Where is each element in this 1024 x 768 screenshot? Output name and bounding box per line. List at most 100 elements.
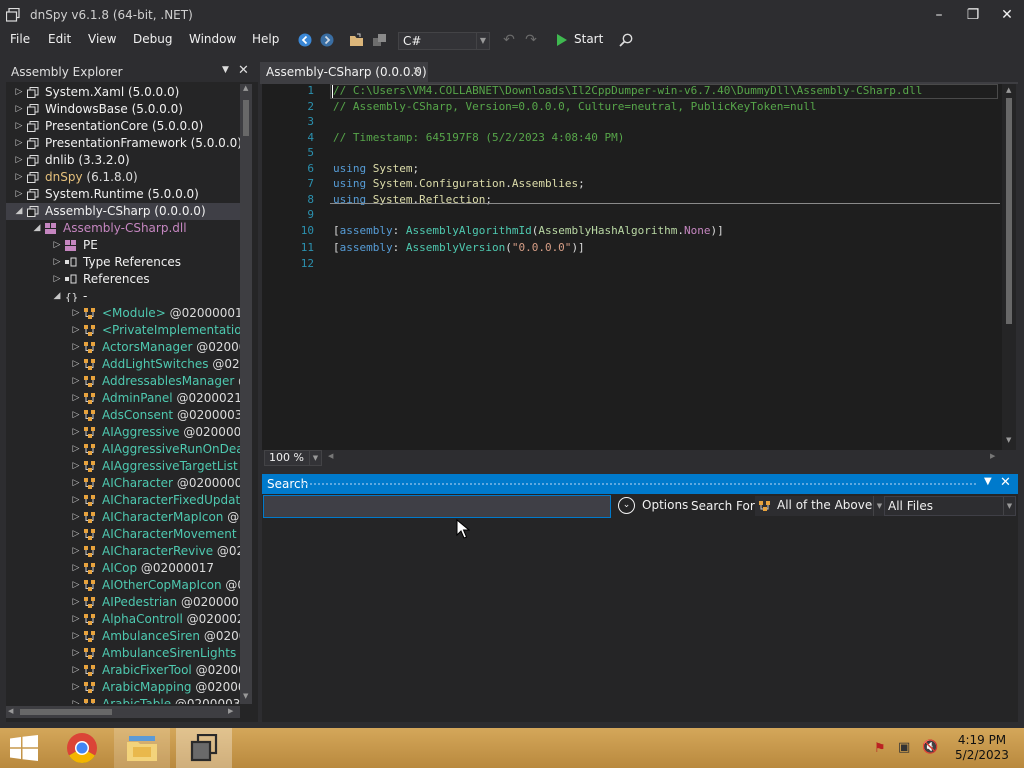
tree-node[interactable]: ▷ AmbulanceSirenLights @ [6, 645, 240, 662]
tree-node[interactable]: ▷ ArabicTable @0200003 [6, 696, 240, 704]
search-input[interactable] [263, 495, 611, 518]
expand-arrow-icon[interactable]: ▷ [71, 509, 81, 526]
zoom-select[interactable]: 100 % ▼ [264, 450, 322, 466]
expand-arrow-icon[interactable]: ▷ [71, 424, 81, 441]
expand-arrow-icon[interactable]: ▷ [71, 679, 81, 696]
expand-arrow-icon[interactable]: ▷ [14, 118, 24, 135]
expand-arrow-icon[interactable]: ▷ [71, 526, 81, 543]
close-button[interactable]: ✕ [990, 0, 1024, 30]
expand-arrow-icon[interactable]: ▷ [71, 305, 81, 322]
minimize-button[interactable]: – [922, 0, 956, 30]
tab-assembly-csharp[interactable]: Assembly-CSharp (0.0.0.0) ✕ [260, 62, 428, 82]
expand-arrow-icon[interactable]: ▷ [71, 594, 81, 611]
tree-node[interactable]: ▷ PE [6, 237, 240, 254]
tree-node[interactable]: ▷ dnlib (3.3.2.0) [6, 152, 240, 169]
expand-arrow-icon[interactable]: ▷ [71, 373, 81, 390]
menu-help[interactable]: Help [252, 30, 279, 52]
tree-node[interactable]: ▷ AddressablesManager @0 [6, 373, 240, 390]
tree-node[interactable]: ▷ AICharacterMovement @ [6, 526, 240, 543]
tree-node[interactable]: ▷ PresentationCore (5.0.0.0) [6, 118, 240, 135]
expand-arrow-icon[interactable]: ▷ [52, 237, 62, 254]
dnspy-taskbar-button[interactable] [176, 728, 232, 768]
expand-arrow-icon[interactable]: ▷ [71, 645, 81, 662]
scroll-up-icon[interactable]: ▲ [243, 84, 248, 92]
chrome-taskbar-button[interactable] [54, 728, 110, 768]
expand-arrow-icon[interactable]: ▷ [14, 169, 24, 186]
collapse-arrow-icon[interactable]: ◢ [14, 203, 24, 220]
close-panel-icon[interactable]: ✕ [1000, 475, 1011, 490]
file-explorer-taskbar-button[interactable] [114, 728, 170, 768]
tree-node[interactable]: ▷ AdminPanel @0200021D [6, 390, 240, 407]
tree-node[interactable]: ▷ AICharacterFixedUpdate @ [6, 492, 240, 509]
forward-icon[interactable] [320, 33, 334, 47]
scroll-thumb[interactable] [243, 100, 249, 136]
action-center-flag-icon[interactable]: ⚑ [874, 741, 886, 756]
expand-arrow-icon[interactable]: ▷ [71, 407, 81, 424]
dropdown-arrow-icon[interactable]: ▼ [984, 476, 992, 487]
tree-node[interactable]: ▷ <Module> @02000001 [6, 305, 240, 322]
expand-arrow-icon[interactable]: ▷ [71, 662, 81, 679]
tree-node[interactable]: ▷ ActorsManager @0200000 [6, 339, 240, 356]
expand-arrow-icon[interactable]: ▷ [14, 152, 24, 169]
expand-arrow-icon[interactable]: ▷ [14, 84, 24, 101]
scroll-left-icon[interactable]: ◀ [328, 452, 333, 460]
tree-node[interactable]: ◢ Assembly-CSharp (0.0.0.0) [6, 203, 240, 220]
expand-arrow-icon[interactable]: ▷ [71, 628, 81, 645]
tree-node[interactable]: ▷ ArabicMapping @0200003 [6, 679, 240, 696]
code-editor[interactable]: 1// C:\Users\VM4.COLLABNET\Downloads\Il2… [262, 84, 1002, 450]
expand-arrow-icon[interactable]: ▷ [71, 390, 81, 407]
close-panel-icon[interactable]: ✕ [238, 63, 249, 78]
tree-node[interactable]: ▷ <PrivateImplementationD [6, 322, 240, 339]
maximize-button[interactable]: ❐ [956, 0, 990, 30]
scroll-down-icon[interactable]: ▼ [1006, 436, 1011, 444]
tree-node[interactable]: ◢ Assembly-CSharp.dll [6, 220, 240, 237]
menu-window[interactable]: Window [189, 30, 236, 52]
tree-node[interactable]: ▷ System.Runtime (5.0.0.0) [6, 186, 240, 203]
menu-edit[interactable]: Edit [48, 30, 71, 52]
scroll-left-icon[interactable]: ◀ [8, 707, 13, 715]
windows-start-button[interactable] [0, 728, 56, 768]
expand-arrow-icon[interactable]: ▷ [71, 356, 81, 373]
tree-node[interactable]: ▷ References [6, 271, 240, 288]
search-icon[interactable] [619, 33, 633, 47]
expand-arrow-icon[interactable]: ▷ [14, 135, 24, 152]
tree-node[interactable]: ◢{} - [6, 288, 240, 305]
expand-arrow-icon[interactable]: ▷ [71, 458, 81, 475]
volume-muted-icon[interactable]: 🔇 [922, 740, 938, 755]
menu-view[interactable]: View [88, 30, 116, 52]
network-icon[interactable]: ▣ [898, 740, 910, 755]
start-button[interactable]: Start [555, 30, 605, 52]
expand-arrow-icon[interactable]: ▷ [71, 543, 81, 560]
redo-icon[interactable]: ↷ [522, 30, 540, 52]
expand-arrow-icon[interactable]: ▷ [14, 101, 24, 118]
expand-arrow-icon[interactable]: ▷ [71, 560, 81, 577]
search-scope-select[interactable]: All Files ▼ [884, 496, 1016, 516]
tree-node[interactable]: ▷ AddLightSwitches @0200 [6, 356, 240, 373]
collapse-arrow-icon[interactable]: ◢ [32, 220, 42, 237]
close-tab-icon[interactable]: ✕ [412, 64, 422, 78]
expand-arrow-icon[interactable]: ▷ [14, 186, 24, 203]
tree-node[interactable]: ▷ System.Xaml (5.0.0.0) [6, 84, 240, 101]
scroll-right-icon[interactable]: ▶ [228, 707, 233, 715]
tree-node[interactable]: ▷ AICharacter @0200000E [6, 475, 240, 492]
tree-node[interactable]: ▷ PresentationFramework (5.0.0.0) [6, 135, 240, 152]
expand-arrow-icon[interactable]: ▷ [52, 254, 62, 271]
editor-vertical-scrollbar[interactable]: ▲ ▼ [1002, 84, 1016, 450]
language-select[interactable]: C# ▼ [398, 32, 490, 50]
system-clock[interactable]: 4:19 PM 5/2/2023 [950, 733, 1014, 763]
drag-grip[interactable] [302, 483, 976, 487]
vertical-scrollbar[interactable]: ▲ ▼ [240, 84, 252, 704]
expand-arrow-icon[interactable]: ▷ [71, 475, 81, 492]
expand-arrow-icon[interactable]: ▷ [71, 322, 81, 339]
tree-node[interactable]: ▷ AIAggressiveRunOnDeath [6, 441, 240, 458]
scroll-down-icon[interactable]: ▼ [243, 692, 248, 700]
hscroll-thumb[interactable] [20, 709, 112, 715]
open-folder-icon[interactable] [349, 33, 365, 47]
tree-node[interactable]: ▷ ArabicFixerTool @0200003 [6, 662, 240, 679]
scroll-right-icon[interactable]: ▶ [990, 452, 995, 460]
tree-node[interactable]: ▷ WindowsBase (5.0.0.0) [6, 101, 240, 118]
tree-node[interactable]: ▷ Type References [6, 254, 240, 271]
horizontal-scrollbar[interactable]: ◀ ▶ [6, 706, 240, 718]
tree-node[interactable]: ▷ AIPedestrian @02000019 [6, 594, 240, 611]
tree-node[interactable]: ▷ AdsConsent @02000030 [6, 407, 240, 424]
